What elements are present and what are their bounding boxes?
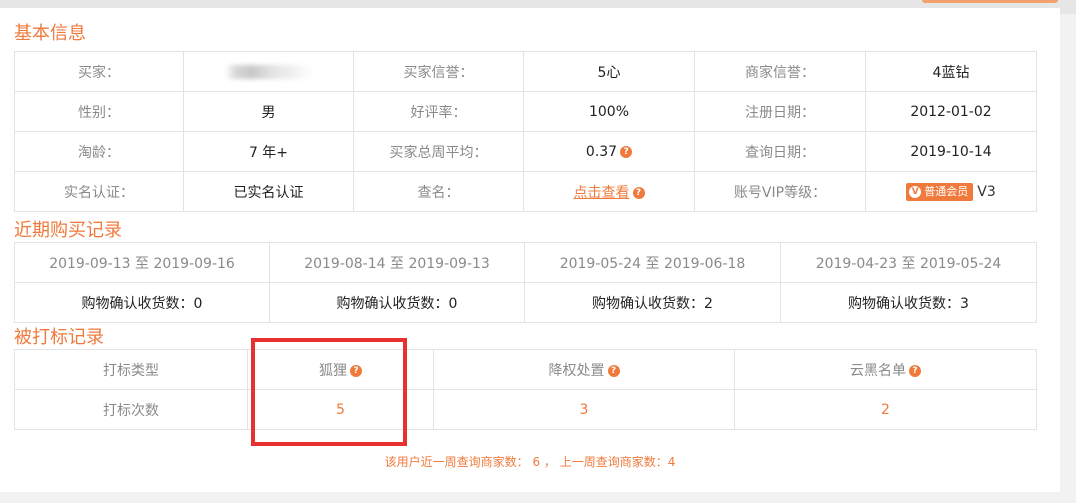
register-date-label: 注册日期： [694, 91, 866, 132]
query-date-value: 2019-10-14 [865, 131, 1037, 172]
table-row: 买家： 买家信誉： 5心 商家信誉： 4蓝钻 [14, 51, 1037, 92]
taobao-age-label: 淘龄： [14, 131, 184, 172]
table-row: 打标类型 狐狸? 降权处置? 云黑名单? [14, 349, 1037, 390]
real-name-value: 已实名认证 [183, 171, 354, 212]
positive-rate-value: 100% [523, 91, 695, 132]
downgrade-type-cell: 降权处置? [433, 349, 735, 390]
downgrade-type-label: 降权处置 [548, 362, 605, 379]
table-row: 2019-09-13 至 2019-09-16 2019-08-14 至 201… [14, 242, 1037, 283]
marked-records-table: 打标类型 狐狸? 降权处置? 云黑名单? 打标次数 5 3 2 [14, 349, 1037, 430]
weekly-average-label: 买家总周平均： [353, 131, 524, 172]
vip-badge: V 普通会员 [906, 182, 974, 201]
question-icon[interactable]: ? [909, 364, 921, 377]
basic-info-title: 基本信息 [14, 23, 86, 44]
table-row: 实名认证： 已实名认证 查名： 点击查看? 账号VIP等级： V 普通会员 V3 [14, 171, 1037, 212]
gender-label: 性别： [14, 91, 184, 132]
marked-records-title: 被打标记录 [14, 327, 104, 348]
register-date-value: 2012-01-02 [865, 91, 1037, 132]
purchase-count-cell: 购物确认收货数：0 [14, 282, 270, 323]
purchase-count-cell: 购物确认收货数：3 [780, 282, 1037, 323]
buyer-credit-value: 5心 [523, 51, 695, 92]
mark-type-header: 打标类型 [14, 349, 248, 390]
taobao-age-value: 7 年+ [183, 131, 354, 172]
recent-purchases-table: 2019-09-13 至 2019-09-16 2019-08-14 至 201… [14, 242, 1037, 323]
vip-level-cell: V 普通会员 V3 [865, 171, 1037, 212]
date-range-cell: 2019-09-13 至 2019-09-16 [14, 242, 270, 283]
cloud-blacklist-count-value: 2 [734, 389, 1037, 430]
table-row: 性别： 男 好评率： 100% 注册日期： 2012-01-02 [14, 91, 1037, 132]
positive-rate-label: 好评率： [353, 91, 524, 132]
top-accent-strip [922, 0, 1058, 3]
purchase-count-cell: 购物确认收货数：2 [524, 282, 781, 323]
downgrade-count-value: 3 [433, 389, 735, 430]
table-row: 淘龄： 7 年+ 买家总周平均： 0.37? 查询日期： 2019-10-14 [14, 131, 1037, 172]
weekly-average-cell: 0.37? [523, 131, 695, 172]
vip-badge-label: 普通会员 [924, 184, 969, 198]
vip-level-value: V3 [977, 183, 996, 200]
question-icon[interactable]: ? [632, 186, 645, 199]
real-name-label: 实名认证： [14, 171, 184, 212]
query-date-label: 查询日期： [694, 131, 866, 172]
buyer-name-value [183, 51, 354, 92]
red-highlight-box [251, 338, 407, 446]
cloud-blacklist-type-cell: 云黑名单? [734, 349, 1037, 390]
question-icon[interactable]: ? [620, 145, 633, 158]
date-range-cell: 2019-04-23 至 2019-05-24 [780, 242, 1037, 283]
weekly-average-value: 0.37 [585, 143, 618, 160]
buyer-label: 买家： [14, 51, 184, 92]
date-range-cell: 2019-05-24 至 2019-06-18 [524, 242, 781, 283]
main-panel: 基本信息 买家： 买家信誉： 5心 商家信誉： 4蓝钻 性别： 男 好评率： 1… [0, 8, 1060, 492]
table-row: 购物确认收货数：0 购物确认收货数：0 购物确认收货数：2 购物确认收货数：3 [14, 282, 1037, 323]
vip-level-label: 账号VIP等级： [694, 171, 866, 212]
check-name-cell: 点击查看? [523, 171, 695, 212]
gender-value: 男 [183, 91, 354, 132]
date-range-cell: 2019-08-14 至 2019-09-13 [269, 242, 525, 283]
vip-v-icon: V [909, 185, 922, 198]
purchase-count-cell: 购物确认收货数：0 [269, 282, 525, 323]
check-name-label: 查名： [353, 171, 524, 212]
seller-credit-label: 商家信誉： [694, 51, 866, 92]
basic-info-table: 买家： 买家信誉： 5心 商家信誉： 4蓝钻 性别： 男 好评率： 100% 注… [14, 51, 1037, 212]
buyer-credit-label: 买家信誉： [353, 51, 524, 92]
cloud-blacklist-type-label: 云黑名单 [850, 362, 906, 379]
recent-purchases-title: 近期购买记录 [14, 220, 122, 241]
table-row: 打标次数 5 3 2 [14, 389, 1037, 430]
click-to-view-link[interactable]: 点击查看 [574, 185, 630, 201]
mark-count-header: 打标次数 [14, 389, 248, 430]
question-icon[interactable]: ? [607, 364, 620, 377]
blurred-buyer-name [224, 64, 313, 79]
seller-credit-value: 4蓝钻 [865, 51, 1037, 92]
weekly-query-note: 该用户近一周查询商家数： 6 ， 上一周查询商家数：4 [384, 455, 676, 469]
